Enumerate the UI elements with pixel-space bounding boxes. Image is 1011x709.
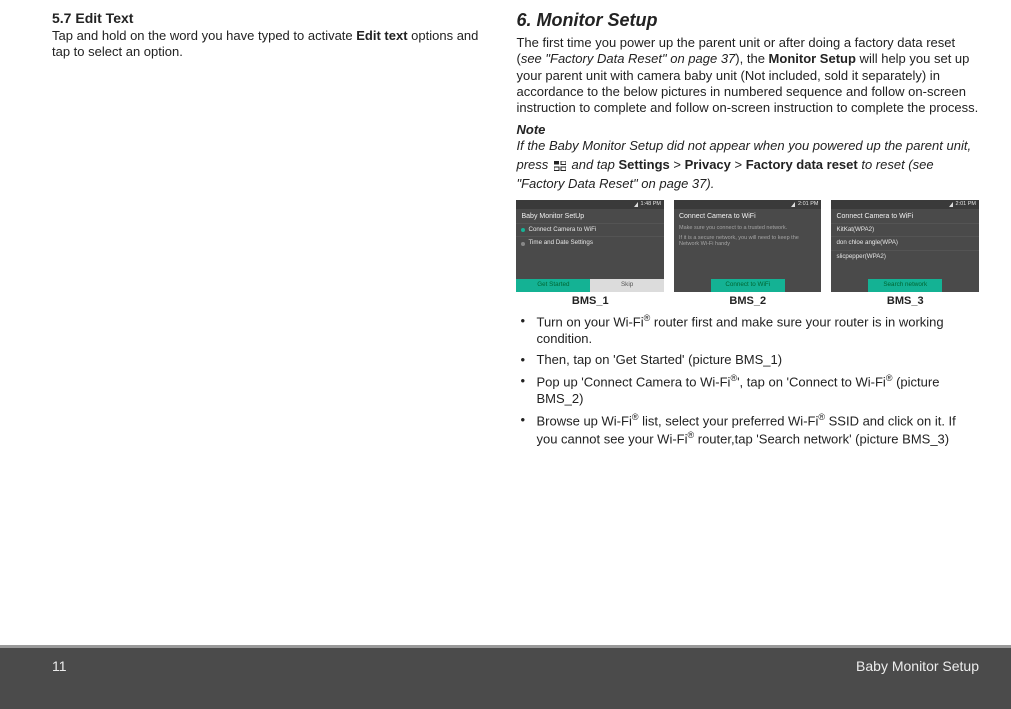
screenshot-caption: BMS_2: [729, 295, 766, 307]
note-body: If the Baby Monitor Setup did not appear…: [516, 137, 979, 194]
registered-mark: ®: [644, 313, 651, 323]
section-5-7-heading: 5.7 Edit Text: [52, 10, 492, 26]
status-bar: 2:01 PM: [831, 200, 979, 209]
wifi-list-item[interactable]: slicpepper(WPA2): [831, 250, 979, 264]
text-fragment: >: [670, 157, 685, 172]
signal-icon: [634, 202, 638, 207]
screen-title: Connect Camera to WiFi: [674, 209, 763, 223]
screenshot-row: 1:48 PM Baby Monitor SetUp Connect Camer…: [516, 200, 979, 307]
status-bar: 1:48 PM: [516, 200, 664, 209]
page-footer: 11 Baby Monitor Setup: [0, 645, 1011, 709]
registered-mark: ®: [818, 412, 825, 422]
edit-text-bold: Edit text: [356, 28, 407, 43]
page-number: 11: [52, 658, 67, 674]
screenshot-bms1: 1:48 PM Baby Monitor SetUp Connect Camer…: [516, 200, 664, 307]
hint-text: Make sure you connect to a trusted netwo…: [674, 223, 822, 233]
intro-pagenum: 37: [717, 51, 735, 66]
right-column: 6. Monitor Setup The first time you powe…: [516, 10, 979, 630]
settings-bold: Settings: [619, 157, 670, 172]
text-fragment: ), the: [735, 51, 768, 66]
step-item: Browse up Wi-Fi® list, select your prefe…: [516, 412, 979, 448]
registered-mark: ®: [632, 412, 639, 422]
text-fragment: Tap and hold on the word you have typed …: [52, 28, 356, 43]
wifi-list-item[interactable]: KitKat(WPA2): [831, 223, 979, 237]
step-item: Pop up 'Connect Camera to Wi-Fi®', tap o…: [516, 373, 979, 408]
signal-icon: [949, 202, 953, 207]
screenshot-bms2: 2:01 PM Connect Camera to WiFi Make sure…: [674, 200, 822, 307]
footer-title: Baby Monitor Setup: [856, 658, 979, 674]
intro-italic-ref: see "Factory Data Reset" on page: [521, 51, 717, 66]
content-columns: 5.7 Edit Text Tap and hold on the word y…: [0, 0, 1011, 630]
screen-title: Baby Monitor SetUp: [516, 209, 664, 223]
phone-mock-3: 2:01 PM Connect Camera to WiFi KitKat(WP…: [831, 200, 979, 292]
row-label: slicpepper(WPA2): [836, 254, 885, 261]
screen-title: Connect Camera to WiFi: [831, 209, 920, 223]
row-label: don chloe angle(WPA): [836, 240, 897, 247]
screenshot-caption: BMS_1: [572, 295, 609, 307]
section-6-intro: The first time you power up the parent u…: [516, 35, 979, 116]
app-grid-icon: [552, 156, 568, 175]
list-item: Connect Camera to WiFi: [516, 223, 664, 237]
bullet-icon: [521, 242, 525, 246]
text-fragment: >: [731, 157, 746, 172]
screenshot-bms3: 2:01 PM Connect Camera to WiFi KitKat(WP…: [831, 200, 979, 307]
registered-mark: ®: [688, 430, 695, 440]
signal-icon: [791, 202, 795, 207]
connect-wifi-button[interactable]: Connect to WiFi: [711, 279, 785, 292]
status-time: 2:01 PM: [956, 201, 976, 207]
wifi-list-item[interactable]: don chloe angle(WPA): [831, 236, 979, 250]
note-heading: Note: [516, 122, 979, 137]
bullet-icon: [521, 228, 525, 232]
monitor-setup-bold: Monitor Setup: [769, 51, 856, 66]
page: 5.7 Edit Text Tap and hold on the word y…: [0, 0, 1011, 709]
phone-mock-1: 1:48 PM Baby Monitor SetUp Connect Camer…: [516, 200, 664, 292]
get-started-button[interactable]: Get Started: [516, 279, 590, 292]
bottom-buttons: Get Started Skip: [516, 279, 664, 292]
status-bar: 2:01 PM: [674, 200, 822, 209]
list-item: Time and Date Settings: [516, 236, 664, 250]
row-label: KitKat(WPA2): [836, 227, 874, 234]
status-time: 1:48 PM: [641, 201, 661, 207]
step-item: Turn on your Wi-Fi® router first and mak…: [516, 313, 979, 348]
fdr-bold: Factory data reset: [746, 157, 858, 172]
row-label: Connect Camera to WiFi: [528, 227, 596, 234]
hint-text: If it is a secure network, you will need…: [674, 233, 822, 249]
search-network-button[interactable]: Search network: [868, 279, 942, 292]
privacy-bold: Privacy: [685, 157, 731, 172]
screenshot-caption: BMS_3: [887, 295, 924, 307]
registered-mark: ®: [730, 373, 737, 383]
section-5-7-body: Tap and hold on the word you have typed …: [52, 28, 492, 61]
row-label: Time and Date Settings: [528, 240, 592, 247]
registered-mark: ®: [886, 373, 893, 383]
steps-list: Turn on your Wi-Fi® router first and mak…: [516, 313, 979, 449]
section-6-heading: 6. Monitor Setup: [516, 10, 979, 31]
text-fragment: and tap: [568, 157, 619, 172]
skip-button[interactable]: Skip: [590, 279, 664, 292]
status-time: 2:01 PM: [798, 201, 818, 207]
step-item: Then, tap on 'Get Started' (picture BMS_…: [516, 352, 979, 369]
phone-mock-2: 2:01 PM Connect Camera to WiFi Make sure…: [674, 200, 822, 292]
left-column: 5.7 Edit Text Tap and hold on the word y…: [52, 10, 492, 630]
